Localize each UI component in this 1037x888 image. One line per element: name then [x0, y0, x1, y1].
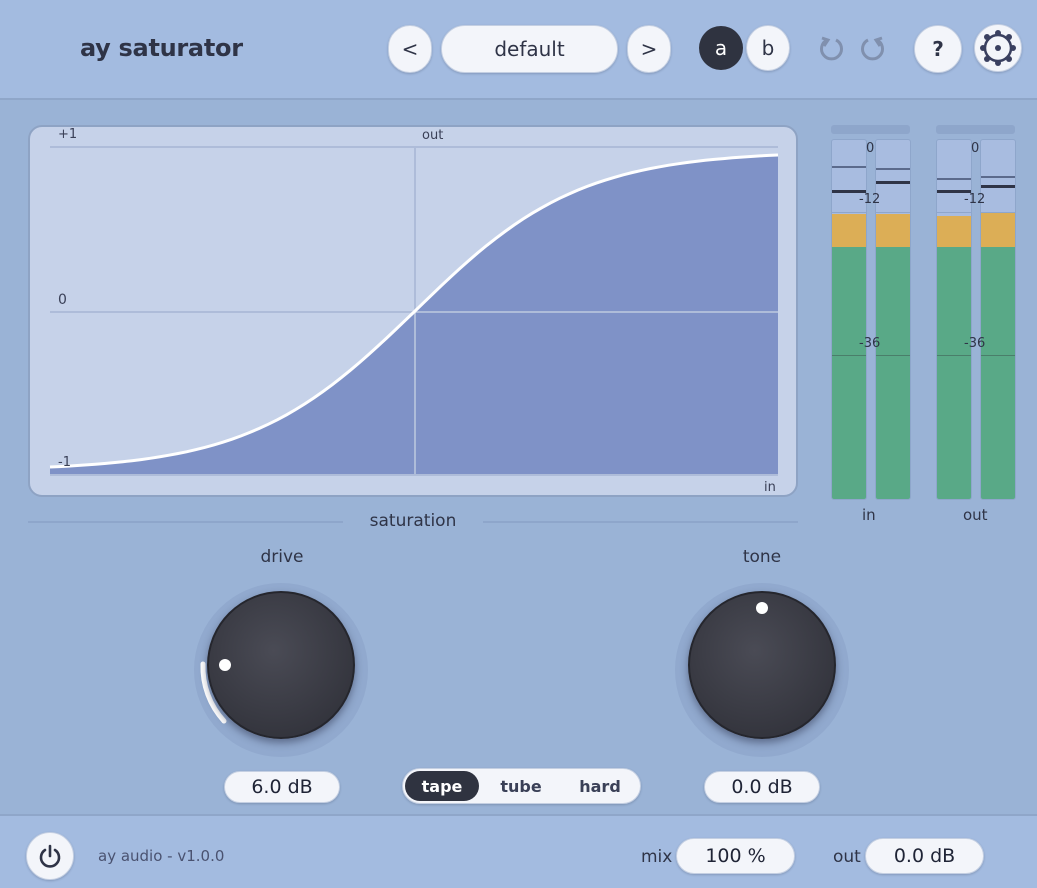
graph-label-top: +1	[58, 127, 78, 142]
output-gain-field[interactable]: 0.0 dB	[865, 838, 984, 874]
vendor-version: ay audio - v1.0.0	[98, 847, 225, 865]
out-meter-right	[980, 139, 1016, 500]
drive-label: drive	[260, 547, 304, 567]
logo-icon	[35, 34, 51, 66]
ab-a-button[interactable]: a	[699, 26, 743, 70]
out-meter-clip-indicator	[936, 125, 1015, 134]
header-bar: ay saturator < default > a b ?	[0, 0, 1037, 100]
section-title: saturation	[369, 511, 457, 531]
output-gain-label: out	[833, 847, 861, 867]
bypass-button[interactable]	[26, 832, 74, 880]
transfer-curve-graph: +1 0 -1 out in	[28, 125, 798, 497]
graph-label-bottom: -1	[58, 455, 71, 470]
settings-button[interactable]	[974, 24, 1022, 72]
help-button[interactable]: ?	[914, 25, 962, 73]
mix-value-field[interactable]: 100 %	[676, 838, 795, 874]
in-meter-label: in	[862, 506, 876, 524]
section-divider-left	[28, 521, 343, 523]
in-meter-scale-36: -36	[859, 336, 881, 351]
tone-value-field[interactable]: 0.0 dB	[704, 771, 820, 803]
in-meter-right	[875, 139, 911, 500]
drive-knob[interactable]	[207, 591, 355, 739]
graph-label-mid: 0	[58, 292, 67, 308]
out-meter-scale-0: 0	[971, 141, 980, 156]
tone-knob-indicator	[756, 602, 768, 614]
out-meter-scale-36: -36	[964, 336, 986, 351]
drive-knob-indicator	[219, 659, 231, 671]
gear-icon	[980, 30, 1016, 66]
mix-label: mix	[641, 847, 673, 867]
in-meter-clip-indicator	[831, 125, 910, 134]
preset-name-field[interactable]: default	[441, 25, 618, 73]
transfer-curve	[49, 146, 779, 476]
prev-preset-button[interactable]: <	[388, 25, 432, 73]
mode-tube-button[interactable]: tube	[479, 771, 563, 801]
drive-value-field[interactable]: 6.0 dB	[224, 771, 340, 803]
mode-hard-button[interactable]: hard	[563, 771, 637, 801]
next-preset-button[interactable]: >	[627, 25, 671, 73]
section-divider-right	[483, 521, 798, 523]
ab-b-button[interactable]: b	[746, 25, 790, 71]
in-meter-scale-0: 0	[866, 141, 875, 156]
out-meter-scale-12: -12	[964, 192, 986, 207]
in-meter-scale-12: -12	[859, 192, 881, 207]
mode-tape-button[interactable]: tape	[405, 771, 479, 801]
graph-axis-in: in	[764, 480, 776, 495]
power-icon	[39, 844, 61, 868]
undo-icon[interactable]	[818, 36, 844, 62]
graph-axis-out: out	[422, 128, 444, 143]
tone-knob[interactable]	[688, 591, 836, 739]
saturation-mode-selector[interactable]: tape tube hard	[402, 768, 641, 804]
redo-icon[interactable]	[860, 36, 886, 62]
out-meter-label: out	[963, 506, 988, 524]
footer-bar: ay audio - v1.0.0 mix 100 % out 0.0 dB	[0, 814, 1037, 888]
app-title: ay saturator	[80, 34, 243, 62]
tone-label: tone	[742, 547, 782, 567]
